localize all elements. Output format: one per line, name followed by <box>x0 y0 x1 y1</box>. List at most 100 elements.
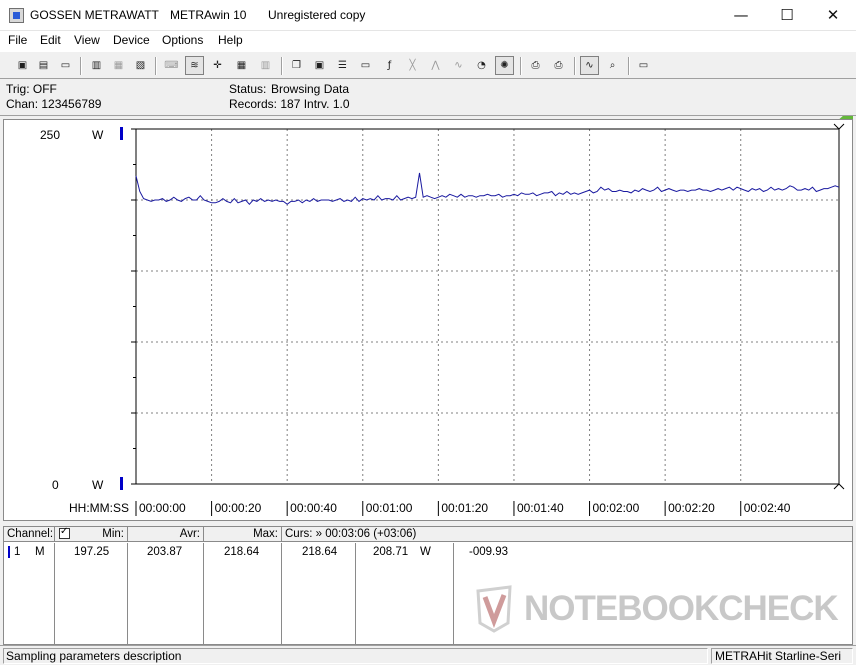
x-axis-caption: HH:MM:SS <box>69 501 129 515</box>
x-tick-label: 00:02:20 <box>668 501 715 515</box>
toolbar-separator <box>281 57 283 75</box>
channel-column <box>4 543 55 644</box>
x-tick-label: 00:01:00 <box>366 501 413 515</box>
open-folder-icon[interactable]: ▭ <box>56 56 75 75</box>
x-tick-label: 00:02:00 <box>593 501 640 515</box>
x-tick-label: 00:00:00 <box>139 501 186 515</box>
records-info: Records: 187 Intrv. 1.0 <box>229 97 350 111</box>
trigger-icon[interactable]: ⋀ <box>426 56 445 75</box>
chart-view-icon[interactable]: ≋ <box>185 56 204 75</box>
chart-window[interactable]: 250 W 0 W 00:00:00 00:00:20 00:00:40 00:01:… <box>3 119 853 521</box>
plot-border <box>135 128 840 485</box>
window-title-app: METRAwin 10 <box>170 8 247 22</box>
menu-options[interactable]: Options <box>162 33 203 47</box>
info-panel: Trig: OFF Chan: 123456789 Status: Browsi… <box>0 80 856 116</box>
toolbar-separator <box>574 57 576 75</box>
device-read-icon[interactable]: ▦ <box>109 56 128 75</box>
waveform-icon[interactable]: ∿ <box>449 56 468 75</box>
y-axis-top-unit: W <box>92 128 104 142</box>
close-button[interactable]: ✕ <box>810 0 856 30</box>
max-header: Max: <box>204 527 282 542</box>
toolbar-separator <box>628 57 630 75</box>
printer-setup-icon[interactable]: ⎙ <box>549 56 568 75</box>
table-view-icon[interactable]: ▦ <box>232 56 251 75</box>
status-bar: Sampling parameters description METRAHit… <box>0 645 856 665</box>
min-header: Min: <box>55 527 128 542</box>
max-column <box>204 543 282 644</box>
status-description: Sampling parameters description <box>3 648 708 664</box>
zoom-clock-icon[interactable]: ◔ <box>472 56 491 75</box>
y-axis-ticks <box>131 128 136 485</box>
menu-edit[interactable]: Edit <box>40 33 61 47</box>
channel-marker-top <box>120 127 123 140</box>
min-column <box>55 543 128 644</box>
unit-label: W <box>420 546 431 558</box>
cursor-marker-bottom <box>833 483 845 490</box>
channel-header: Channel: <box>4 527 55 542</box>
zoom-in-icon[interactable]: ⌕ <box>603 56 622 75</box>
maximize-button[interactable]: ☐ <box>764 0 810 30</box>
zoom-signal-icon[interactable]: ∿ <box>580 56 599 75</box>
cursor-column <box>282 543 356 644</box>
copy-window-icon[interactable]: ❐ <box>287 56 306 75</box>
window-title-license: Unregistered copy <box>268 8 366 22</box>
menu-view[interactable]: View <box>74 33 100 47</box>
power-chart[interactable]: 250 W 0 W 00:00:00 00:00:20 00:00:40 00:01:… <box>4 120 852 520</box>
status-value: Browsing Data <box>271 82 350 96</box>
watermark-logo-icon <box>476 585 512 633</box>
device-model: METRAHit Starline-Seri <box>711 648 853 664</box>
cursor-marker-top <box>833 123 845 130</box>
x-tick-label: 00:01:40 <box>517 501 564 515</box>
watermark: NOTEBOOKCHECK <box>524 589 839 628</box>
cursor-value-2: 208.71 <box>373 546 409 558</box>
cursor-header: Curs: » 00:03:06 (+03:06) <box>282 527 852 542</box>
toolbar-separator <box>80 57 82 75</box>
device-connect-icon[interactable]: ▥ <box>87 56 106 75</box>
menu-help[interactable]: Help <box>218 33 243 47</box>
y-axis-top-label: 250 <box>40 128 60 142</box>
cursor-value: 218.64 <box>302 546 338 558</box>
toolbar-separator <box>520 57 522 75</box>
x-tick-label: 00:00:40 <box>290 501 337 515</box>
device-settings-icon[interactable]: ▧ <box>131 56 150 75</box>
cursor-cross-icon[interactable]: ✛ <box>208 56 227 75</box>
toolbar-separator <box>155 57 157 75</box>
avr-value: 203.87 <box>147 546 183 558</box>
menu-file[interactable]: File <box>8 33 27 47</box>
status-label: Status: <box>229 82 267 96</box>
menu-device[interactable]: Device <box>113 33 150 47</box>
save-as-icon[interactable]: ▤ <box>34 56 53 75</box>
chart-grid <box>136 129 839 484</box>
y-axis-bottom-label: 0 <box>52 478 59 492</box>
x-tick-label: 00:01:20 <box>441 501 488 515</box>
show-stats-checkbox[interactable] <box>59 527 70 539</box>
monitor-icon[interactable]: ▭ <box>356 56 375 75</box>
comment-icon[interactable]: ▭ <box>634 56 653 75</box>
cursor-value-column <box>356 543 454 644</box>
channel-color-marker <box>8 546 10 558</box>
function-icon[interactable]: ƒ <box>380 56 399 75</box>
list-icon[interactable]: ☰ <box>333 56 352 75</box>
x-tick-label: 00:00:20 <box>215 501 262 515</box>
minimize-button[interactable]: — <box>718 0 764 30</box>
min-value: 197.25 <box>74 546 110 558</box>
printer-icon[interactable]: ⎙ <box>526 56 545 75</box>
title-bar: GOSSEN METRAWATT METRAwin 10 Unregistere… <box>0 0 856 31</box>
channel-number[interactable]: 1 <box>14 546 20 558</box>
histogram-icon[interactable]: ▥ <box>256 56 275 75</box>
delta-value: -009.93 <box>469 546 509 558</box>
run-icon[interactable]: ✺ <box>495 56 514 75</box>
keyboard-icon[interactable]: ⌨ <box>162 56 181 75</box>
app-icon[interactable] <box>9 8 24 23</box>
x-tick-label: 00:02:40 <box>744 501 791 515</box>
avr-header: Avr: <box>128 527 204 542</box>
toolbar: ▣ ▤ ▭ ▥ ▦ ▧ ⌨ ≋ ✛ ▦ ▥ ❐ ▣ ☰ ▭ ƒ ╳ ⋀ ∿ ◔ … <box>0 51 856 130</box>
avr-column <box>128 543 204 644</box>
channel-marker-bottom <box>120 477 123 490</box>
channel-mode: M <box>35 546 45 558</box>
save-icon[interactable]: ▣ <box>13 56 32 75</box>
xy-plot-icon[interactable]: ╳ <box>403 56 422 75</box>
print-preview-icon[interactable]: ▣ <box>310 56 329 75</box>
channel-list: Chan: 123456789 <box>6 97 102 111</box>
max-value: 218.64 <box>224 546 260 558</box>
